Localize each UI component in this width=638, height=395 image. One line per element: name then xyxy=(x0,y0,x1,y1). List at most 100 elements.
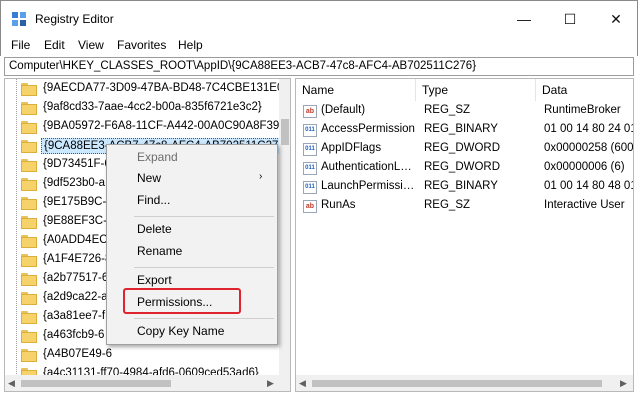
tree-item-label: {a2d9ca22-a xyxy=(43,291,108,303)
tree-hscroll-thumb[interactable] xyxy=(21,380,171,387)
close-button[interactable]: ✕ xyxy=(593,1,638,37)
tree-item[interactable]: {A4B07E49-6 xyxy=(5,346,279,365)
tree-item-label: {9df523b0-a xyxy=(43,177,106,189)
value-row[interactable]: ab (Default) REG_SZ RuntimeBroker xyxy=(296,102,633,121)
context-menu-find[interactable]: Find... xyxy=(137,193,170,207)
value-name: LaunchPermissi… xyxy=(321,180,415,192)
context-menu: Expand New › Find... Delete Rename Expor… xyxy=(106,144,278,345)
tree-vertical-scrollbar[interactable] xyxy=(279,79,290,375)
permissions-highlight xyxy=(123,288,241,314)
value-data: Interactive User xyxy=(544,199,625,211)
value-type: REG_SZ xyxy=(424,104,471,116)
folder-icon xyxy=(21,254,37,267)
value-data: 0x00000258 (600 xyxy=(544,142,634,154)
context-menu-copy-key-name[interactable]: Copy Key Name xyxy=(137,324,224,338)
values-pane[interactable]: Name Type Data ab (Default) REG_SZ RuntimeB… xyxy=(295,78,634,392)
value-row[interactable]: 011 AuthenticationL… REG_DWORD 0x00000006 (… xyxy=(296,159,633,178)
values-hscroll-thumb[interactable] xyxy=(312,380,602,387)
value-name: AppIDFlags xyxy=(321,142,382,154)
tree-item-label: {A0ADD4EC xyxy=(43,234,108,246)
menu-help[interactable]: Help xyxy=(178,38,203,52)
value-data: 01 00 14 80 48 01 xyxy=(544,180,634,192)
scroll-left-icon[interactable]: ◀ xyxy=(299,378,306,389)
folder-icon xyxy=(21,349,37,362)
folder-icon xyxy=(21,330,37,343)
value-row[interactable]: 011 AppIDFlags REG_DWORD 0x00000258 (600 xyxy=(296,140,634,159)
tree-item-label: {9AECDA77-3D09-47BA-BD48-7C4CBE131E0… xyxy=(43,82,291,94)
value-row[interactable]: ab RunAs REG_SZ Interactive User xyxy=(296,197,633,216)
value-data: RuntimeBroker xyxy=(544,104,621,116)
column-header-name[interactable]: Name xyxy=(296,79,416,101)
value-type: REG_BINARY xyxy=(424,123,498,135)
column-header-type[interactable]: Type xyxy=(416,79,536,101)
value-type: REG_SZ xyxy=(424,199,471,211)
value-name: (Default) xyxy=(321,104,366,116)
folder-icon xyxy=(21,121,37,134)
string-value-icon: ab xyxy=(303,105,317,118)
string-value-icon: ab xyxy=(303,200,317,213)
folder-icon xyxy=(21,159,37,172)
minimize-button[interactable]: — xyxy=(501,1,547,37)
folder-icon xyxy=(21,273,37,286)
title-bar: Registry Editor — ☐ ✕ xyxy=(0,0,638,36)
value-name: AccessPermission xyxy=(321,123,415,135)
binary-value-icon: 011 xyxy=(303,124,317,137)
tree-item-label: {a463fcb9-6 xyxy=(43,329,105,341)
menu-view[interactable]: View xyxy=(78,38,104,52)
tree-item[interactable]: {9af8cd33-7aae-4cc2-b00a-835f6721e3c2} xyxy=(5,99,279,118)
value-type: REG_DWORD xyxy=(424,161,501,173)
tree-item-label: {A4B07E49-6 xyxy=(43,348,113,360)
value-name: AuthenticationL… xyxy=(321,161,412,173)
column-header-data[interactable]: Data xyxy=(536,79,633,101)
value-type: REG_DWORD xyxy=(424,142,501,154)
tree-item-label: {A1F4E726-8 xyxy=(43,253,112,265)
scroll-right-icon[interactable]: ▶ xyxy=(267,378,274,389)
tree-horizontal-scrollbar[interactable]: ◀ ▶ xyxy=(5,375,290,391)
value-name: RunAs xyxy=(321,199,356,211)
tree-item[interactable]: {9AECDA77-3D09-47BA-BD48-7C4CBE131E0… xyxy=(5,80,290,99)
menu-file[interactable]: File xyxy=(11,38,30,52)
tree-item-label: {9D73451F-6 xyxy=(43,158,111,170)
menu-separator xyxy=(134,267,274,268)
context-menu-export[interactable]: Export xyxy=(137,273,172,287)
value-row[interactable]: 011 AccessPermission REG_BINARY 01 00 14 80… xyxy=(296,121,634,140)
folder-icon xyxy=(21,235,37,248)
folder-icon xyxy=(21,178,37,191)
values-horizontal-scrollbar[interactable]: ◀ ▶ xyxy=(296,375,633,391)
binary-value-icon: 011 xyxy=(303,181,317,194)
tree-item-label: {a2b77517-6 xyxy=(43,272,109,284)
context-menu-expand[interactable]: Expand xyxy=(137,150,178,164)
context-menu-rename[interactable]: Rename xyxy=(137,244,182,258)
value-row[interactable]: 011 LaunchPermissi… REG_BINARY 01 00 14 80 … xyxy=(296,178,634,197)
tree-scroll-thumb[interactable] xyxy=(281,119,289,145)
menu-edit[interactable]: Edit xyxy=(44,38,65,52)
tree-item-label: {9af8cd33-7aae-4cc2-b00a-835f6721e3c2} xyxy=(43,101,262,113)
address-bar[interactable]: Computer\HKEY_CLASSES_ROOT\AppID\{9CA88E… xyxy=(4,57,634,76)
menu-separator xyxy=(134,216,274,217)
value-type: REG_BINARY xyxy=(424,180,498,192)
folder-icon xyxy=(21,102,37,115)
tree-item-label: {a3a81ee7-f xyxy=(43,310,106,322)
folder-icon xyxy=(21,311,37,324)
folder-icon xyxy=(21,140,37,153)
tree-item[interactable]: {9BA05972-F6A8-11CF-A442-00A0C90A8F39} xyxy=(5,118,283,137)
menu-favorites[interactable]: Favorites xyxy=(117,38,166,52)
folder-icon xyxy=(21,216,37,229)
folder-icon xyxy=(21,292,37,305)
scroll-left-icon[interactable]: ◀ xyxy=(8,378,15,389)
tree-item-label: {9E175B9C-F xyxy=(43,196,114,208)
value-data: 01 00 14 80 24 01 xyxy=(544,123,634,135)
folder-icon xyxy=(21,83,37,96)
menu-bar: File Edit View Favorites Help xyxy=(0,36,638,56)
window-title: Registry Editor xyxy=(35,12,114,26)
maximize-button[interactable]: ☐ xyxy=(547,1,593,37)
context-menu-new[interactable]: New xyxy=(137,171,161,185)
registry-editor-icon xyxy=(12,12,26,26)
scroll-right-icon[interactable]: ▶ xyxy=(620,378,627,389)
binary-value-icon: 011 xyxy=(303,162,317,175)
context-menu-delete[interactable]: Delete xyxy=(137,222,172,236)
menu-separator xyxy=(134,318,274,319)
value-data: 0x00000006 (6) xyxy=(544,161,625,173)
folder-icon xyxy=(21,197,37,210)
tree-item-label: {9BA05972-F6A8-11CF-A442-00A0C90A8F39} xyxy=(43,120,284,132)
